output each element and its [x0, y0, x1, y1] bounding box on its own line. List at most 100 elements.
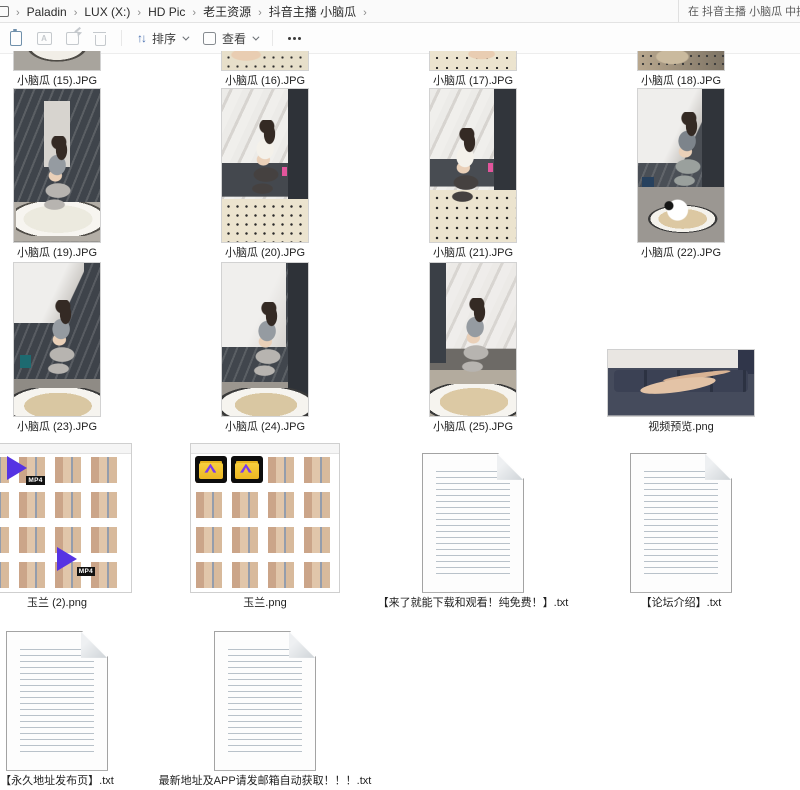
file-thumbnail	[13, 262, 101, 417]
delete-icon	[95, 35, 106, 46]
file-row: MP4 MP4 玉兰 (2).png 玉兰.png 【来了就能下载和观看！纯免费！…	[0, 436, 800, 612]
file-thumbnail	[429, 51, 517, 71]
file-thumbnail	[630, 453, 732, 593]
file-name: 小脑瓜 (23).JPG	[17, 421, 97, 434]
search-placeholder: 在 抖音主播 小脑瓜 中搜	[688, 3, 800, 19]
file-name: 小脑瓜 (18).JPG	[641, 75, 721, 88]
file-name: 小脑瓜 (17).JPG	[433, 75, 513, 88]
file-item[interactable]: 玉兰.png	[161, 436, 369, 612]
file-item[interactable]: 小脑瓜 (23).JPG	[0, 262, 161, 436]
toolbar-divider	[121, 30, 122, 46]
file-item[interactable]: 小脑瓜 (20).JPG	[161, 90, 369, 262]
breadcrumb-item[interactable]: LUX (X:)	[84, 5, 130, 19]
file-row: 小脑瓜 (15).JPG 小脑瓜 (16).JPG 小脑瓜 (17).JPG 小…	[0, 54, 800, 90]
breadcrumb-item[interactable]: Paladin	[27, 5, 67, 19]
file-name: 【来了就能下载和观看！纯免费！】.txt	[378, 597, 569, 610]
share-icon	[66, 32, 79, 45]
view-label: 查看	[222, 30, 246, 47]
file-row: 小脑瓜 (19).JPG 小脑瓜 (20).JPG 小脑瓜 (21).JPG 小…	[0, 90, 800, 262]
breadcrumb-chevron-icon: ›	[9, 7, 27, 19]
file-thumbnail	[221, 88, 309, 243]
more-options-icon	[293, 37, 296, 40]
file-thumbnail	[214, 631, 316, 771]
file-row: 【永久地址发布页】.txt 最新地址及APP请发邮箱自动获取！！！.txt	[0, 612, 800, 790]
breadcrumb-item[interactable]: 老王资源	[203, 5, 251, 19]
file-thumbnail	[13, 88, 101, 243]
file-thumbnail	[221, 262, 309, 417]
breadcrumb-chevron-icon: ›	[251, 7, 269, 19]
file-item[interactable]: 最新地址及APP请发邮箱自动获取！！！.txt	[161, 612, 369, 790]
sort-dropdown[interactable]: ↑↓ 排序	[129, 26, 195, 50]
file-thumbnail	[422, 453, 524, 593]
file-name: 视频预览.png	[648, 421, 713, 434]
mp4-overlay-icon: MP4	[57, 547, 91, 573]
breadcrumb: ›Paladin›LUX (X:)›HD Pic›老王资源›抖音主播 小脑瓜›	[9, 3, 374, 20]
file-thumbnail	[429, 262, 517, 417]
file-grid: 小脑瓜 (15).JPG 小脑瓜 (16).JPG 小脑瓜 (17).JPG 小…	[0, 54, 800, 790]
file-item[interactable]: 【永久地址发布页】.txt	[0, 612, 161, 790]
file-item[interactable]: 小脑瓜 (17).JPG	[369, 54, 577, 90]
file-item[interactable]: 【来了就能下载和观看！纯免费！】.txt	[369, 436, 577, 612]
more-options-button[interactable]	[281, 26, 307, 50]
share-button[interactable]	[59, 26, 85, 50]
address-bar: ›Paladin›LUX (X:)›HD Pic›老王资源›抖音主播 小脑瓜› …	[0, 0, 800, 23]
this-pc-icon	[0, 6, 9, 17]
chevron-down-icon	[182, 33, 189, 40]
file-item[interactable]: 【论坛介绍】.txt	[577, 436, 785, 612]
file-name: 玉兰.png	[243, 597, 286, 610]
file-thumbnail: MP4 MP4	[0, 443, 132, 593]
file-name: 玉兰 (2).png	[27, 597, 87, 610]
breadcrumb-chevron-icon: ›	[130, 7, 148, 19]
file-name: 小脑瓜 (24).JPG	[225, 421, 305, 434]
view-icon	[203, 32, 216, 45]
file-thumbnail	[637, 51, 725, 71]
rename-button[interactable]: A	[31, 26, 57, 50]
file-name: 【论坛介绍】.txt	[641, 597, 722, 610]
file-item[interactable]: 小脑瓜 (22).JPG	[577, 90, 785, 262]
delete-button[interactable]	[87, 26, 113, 50]
file-item[interactable]: 小脑瓜 (25).JPG	[369, 262, 577, 436]
file-name: 小脑瓜 (25).JPG	[433, 421, 513, 434]
file-thumbnail	[607, 349, 755, 417]
file-row: 小脑瓜 (23).JPG 小脑瓜 (24).JPG 小脑瓜 (25).JPG 视…	[0, 262, 800, 436]
file-name: 小脑瓜 (15).JPG	[17, 75, 97, 88]
file-thumbnail	[6, 631, 108, 771]
rename-icon: A	[37, 32, 52, 45]
paste-icon	[10, 31, 22, 46]
command-toolbar: A ↑↓ 排序 查看	[0, 23, 800, 54]
file-item[interactable]: 小脑瓜 (24).JPG	[161, 262, 369, 436]
breadcrumb-item[interactable]: HD Pic	[148, 5, 185, 19]
file-item[interactable]: 小脑瓜 (15).JPG	[0, 54, 161, 90]
file-item[interactable]: 小脑瓜 (21).JPG	[369, 90, 577, 262]
breadcrumb-item[interactable]: 抖音主播 小脑瓜	[269, 5, 356, 19]
file-name: 小脑瓜 (22).JPG	[641, 247, 721, 260]
file-item[interactable]: 视频预览.png	[577, 262, 785, 436]
breadcrumb-chevron-icon: ›	[185, 7, 203, 19]
chevron-down-icon	[252, 33, 259, 40]
file-thumbnail	[190, 443, 340, 593]
sort-arrows-icon: ↑↓	[137, 31, 145, 45]
sort-label: 排序	[152, 30, 176, 47]
file-name: 小脑瓜 (16).JPG	[225, 75, 305, 88]
breadcrumb-chevron-icon: ›	[67, 7, 85, 19]
view-dropdown[interactable]: 查看	[195, 26, 265, 50]
file-thumbnail	[429, 88, 517, 243]
file-item[interactable]: 小脑瓜 (19).JPG	[0, 90, 161, 262]
paste-button[interactable]	[3, 26, 29, 50]
file-name: 【永久地址发布页】.txt	[0, 775, 114, 788]
file-item[interactable]: MP4 MP4 玉兰 (2).png	[0, 436, 161, 612]
folder-overlay-icon	[195, 456, 227, 483]
file-name: 小脑瓜 (20).JPG	[225, 247, 305, 260]
search-input[interactable]: 在 抖音主播 小脑瓜 中搜	[678, 0, 800, 22]
file-name: 小脑瓜 (19).JPG	[17, 247, 97, 260]
file-item[interactable]: 小脑瓜 (16).JPG	[161, 54, 369, 90]
file-thumbnail	[637, 88, 725, 243]
file-item[interactable]: 小脑瓜 (18).JPG	[577, 54, 785, 90]
breadcrumb-chevron-icon: ›	[356, 7, 374, 19]
file-name: 小脑瓜 (21).JPG	[433, 247, 513, 260]
toolbar-divider	[272, 30, 273, 46]
file-name: 最新地址及APP请发邮箱自动获取！！！.txt	[159, 775, 372, 788]
file-thumbnail	[13, 51, 101, 71]
mp4-overlay-icon: MP4	[7, 456, 41, 482]
folder-overlay-icon	[231, 456, 263, 483]
